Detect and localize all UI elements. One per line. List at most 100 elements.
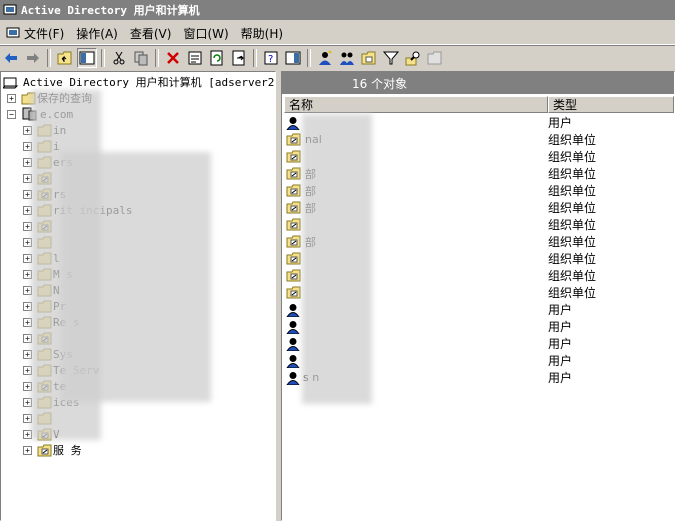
add-to-group-button[interactable] [425, 48, 445, 68]
refresh-button[interactable] [207, 48, 227, 68]
toolbar: ? [0, 45, 675, 70]
column-header-name[interactable]: 名称 [284, 96, 548, 113]
list-item-type: 用户 [548, 354, 573, 368]
help-button[interactable]: ? [261, 48, 281, 68]
up-folder-icon [57, 51, 72, 65]
new-ou-icon [361, 51, 376, 65]
object-list-pane[interactable]: 16 个对象 名称 类型 用户nal组织单位组织单位部组织单位部组织单位部组织单… [281, 71, 675, 521]
copy-icon [134, 51, 148, 66]
filter-button[interactable] [381, 48, 401, 68]
redaction [61, 152, 211, 402]
menu-item-0[interactable]: 文件(F) [0, 23, 70, 43]
refresh-icon [210, 50, 223, 66]
menu-item-label: 操作(A) [76, 26, 118, 41]
user-icon [286, 337, 300, 351]
ou-folder-icon [286, 133, 301, 146]
toolbar-separator [155, 49, 159, 67]
cut-icon [113, 51, 125, 65]
copy-button[interactable] [131, 48, 151, 68]
properties-button[interactable] [185, 48, 205, 68]
column-header-type[interactable]: 类型 [548, 96, 674, 113]
list-item-type: 组织单位 [548, 286, 597, 300]
user-icon [286, 354, 300, 368]
properties-icon [188, 51, 202, 65]
ou-folder-icon [286, 269, 301, 282]
toolbar-separator [253, 49, 257, 67]
console-pane-button[interactable] [283, 48, 303, 68]
menu-item-4[interactable]: 帮助(H) [235, 23, 289, 43]
show-hide-tree-button[interactable] [77, 48, 97, 68]
user-icon [286, 320, 300, 334]
menu-item-2[interactable]: 查看(V) [124, 23, 178, 43]
list-item-type: 用户 [548, 320, 573, 334]
menu-bar: 文件(F) 操作(A) 查看(V) 窗口(W) 帮助(H) [0, 22, 675, 45]
filter-icon [383, 51, 399, 65]
list-item-type: 组织单位 [548, 269, 597, 283]
object-count: 16 个对象 [352, 76, 408, 91]
menu-item-1[interactable]: 操作(A) [70, 23, 124, 43]
ou-folder-icon [286, 286, 301, 299]
list-item-type: 组织单位 [548, 252, 597, 266]
object-count-bar: 16 个对象 [282, 72, 674, 94]
help-icon: ? [264, 51, 278, 65]
menu-item-label: 查看(V) [129, 26, 172, 41]
window-title: Active Directory 用户和计算机 [21, 4, 200, 17]
delete-icon [167, 52, 179, 64]
ou-folder-icon [286, 235, 301, 248]
list-item-type: 用户 [548, 337, 573, 351]
back-arrow-button[interactable] [1, 48, 21, 68]
ad-console-icon [3, 4, 17, 15]
ou-folder-icon [286, 150, 301, 163]
new-user-button[interactable] [315, 48, 335, 68]
up-folder-button[interactable] [55, 48, 75, 68]
console-pane-icon [285, 51, 301, 65]
tree-root-label: Active Directory 用户和计算机 [adserver2.s [23, 76, 276, 89]
list-item-type: 组织单位 [548, 150, 597, 164]
back-arrow-icon [5, 53, 17, 63]
list-item-type: 组织单位 [548, 201, 597, 215]
menu-item-label: 帮助(H) [240, 26, 284, 41]
tree-root[interactable]: Active Directory 用户和计算机 [adserver2.s [3, 74, 276, 90]
list-item-type: 组织单位 [548, 184, 597, 198]
find-icon [405, 51, 420, 66]
new-group-button[interactable] [337, 48, 357, 68]
tree-pane[interactable]: Active Directory 用户和计算机 [adserver2.s +保存… [0, 71, 276, 521]
menu-item-label: 文件(F) [24, 26, 65, 41]
ou-folder-icon [286, 218, 301, 231]
tree-node-label: 服 务 [53, 444, 82, 457]
list-item-type: 组织单位 [548, 235, 597, 249]
new-group-icon [340, 52, 354, 65]
user-icon [286, 371, 300, 385]
ou-folder-icon [286, 252, 301, 265]
export-button[interactable] [229, 48, 249, 68]
ou-folder-icon [286, 201, 301, 214]
add-to-group-icon [427, 51, 442, 65]
ad-users-computers-icon [3, 77, 19, 89]
menu-item-label: 窗口(W) [183, 26, 229, 41]
collapse-icon[interactable]: − [7, 109, 16, 119]
show-hide-tree-icon [79, 51, 95, 65]
console-icon [6, 27, 20, 38]
ou-folder-icon [286, 184, 301, 197]
list-item-type: 组织单位 [548, 167, 597, 181]
new-ou-button[interactable] [359, 48, 379, 68]
delete-button[interactable] [163, 48, 183, 68]
ou-folder-icon [286, 167, 301, 180]
expand-icon[interactable]: + [7, 93, 16, 103]
export-icon [232, 50, 245, 66]
tree-node[interactable]: + 服 务 [23, 442, 82, 458]
new-user-icon [319, 50, 332, 65]
toolbar-separator [307, 49, 311, 67]
user-icon [286, 116, 300, 130]
forward-arrow-button[interactable] [23, 48, 43, 68]
list-item-type: 组织单位 [548, 133, 597, 147]
ou-folder-icon [37, 444, 52, 456]
title-bar: Active Directory 用户和计算机 [0, 0, 675, 20]
list-item-type: 组织单位 [548, 218, 597, 232]
toolbar-separator [47, 49, 51, 67]
find-button[interactable] [403, 48, 423, 68]
cut-button[interactable] [109, 48, 129, 68]
menu-item-3[interactable]: 窗口(W) [177, 23, 234, 43]
user-icon [286, 303, 300, 317]
expand-icon[interactable]: + [23, 445, 32, 455]
